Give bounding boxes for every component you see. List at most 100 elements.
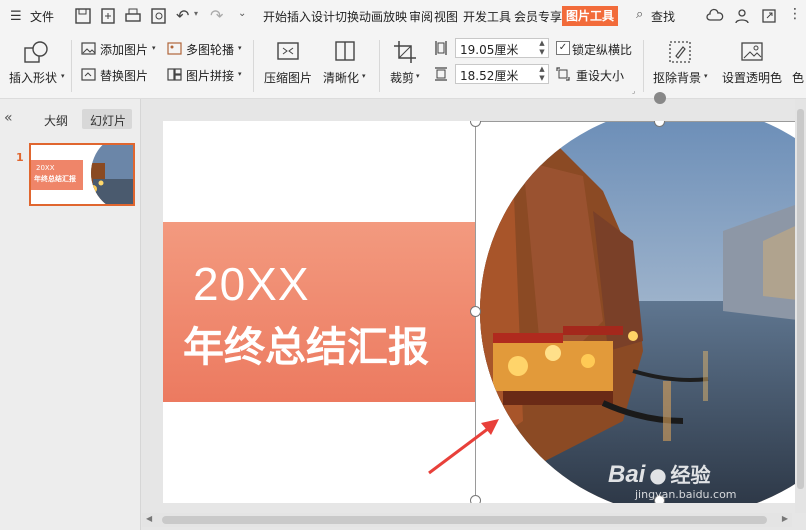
tab-member[interactable]: 会员专享 — [514, 8, 562, 25]
add-picture-icon[interactable] — [81, 42, 96, 55]
crop-dropdown-icon[interactable]: ▾ — [416, 72, 420, 80]
tab-picture-tools[interactable]: 图片工具 — [562, 6, 619, 26]
insert-shape-icon[interactable] — [24, 40, 50, 64]
insert-shape-dropdown-icon[interactable]: ▾ — [61, 72, 65, 80]
watermark-brand-b: 经验 — [670, 463, 711, 487]
group-expand-icon[interactable]: ⌟ — [632, 87, 635, 95]
remove-background-icon[interactable] — [668, 40, 692, 64]
insert-shape-button[interactable]: 插入形状 — [9, 69, 57, 86]
tab-slides[interactable]: 幻灯片 — [82, 109, 132, 129]
multi-carousel-dropdown-icon[interactable]: ▾ — [238, 44, 242, 52]
tab-home[interactable]: 开始 — [263, 8, 287, 25]
spin-down-icon[interactable]: ▼ — [538, 75, 546, 82]
replace-picture-icon[interactable] — [81, 68, 96, 81]
tab-slides-label: 幻灯片 — [90, 114, 127, 128]
print-preview-icon[interactable] — [150, 7, 168, 25]
height-input[interactable]: 19.05厘米 ▲ ▼ — [455, 38, 549, 58]
picture-stitch-button[interactable]: 图片拼接 — [186, 67, 234, 84]
multi-carousel-button[interactable]: 多图轮播 — [186, 41, 234, 58]
height-icon — [435, 41, 447, 55]
vertical-scrollbar[interactable] — [795, 99, 806, 513]
tab-outline[interactable]: 大纲 — [44, 112, 68, 129]
export-icon[interactable] — [99, 7, 117, 25]
baidu-watermark: Bai ● 经验 — [608, 459, 710, 489]
resize-handle[interactable] — [470, 306, 481, 317]
watermark-brand-a: Bai — [608, 461, 646, 488]
lock-ratio-label[interactable]: 锁定纵横比 — [572, 41, 632, 58]
tab-developer[interactable]: 开发工具 — [463, 8, 511, 25]
print-icon[interactable] — [124, 7, 142, 25]
height-value: 19.05厘米 — [460, 43, 519, 57]
lock-ratio-checkbox[interactable]: ✓ — [556, 41, 570, 55]
selection-frame-line — [475, 121, 806, 122]
crop-button[interactable]: 裁剪 — [390, 69, 414, 86]
resize-handle[interactable] — [470, 495, 481, 503]
red-arrow-annotation — [428, 419, 499, 475]
slides-panel: « 大纲 幻灯片 1 20XX 年终总结汇报 — [0, 99, 141, 530]
menu-bar: ☰ 文件 ↶ ▾ ↷ ⌄ 开始 插入 设计 切换 动画 放映 审阅 视图 开发工… — [0, 0, 806, 32]
divider — [643, 40, 644, 92]
search-icon[interactable]: ⌕ — [636, 7, 643, 22]
add-picture-dropdown-icon[interactable]: ▾ — [152, 44, 156, 52]
tab-design[interactable]: 设计 — [311, 8, 335, 25]
spin-up-icon[interactable]: ▲ — [538, 66, 546, 73]
tab-review[interactable]: 审阅 — [409, 8, 433, 25]
width-input[interactable]: 18.52厘米 ▲ ▼ — [455, 64, 549, 84]
ribbon-toolbar: 插入形状 ▾ 添加图片 ▾ 替换图片 多图轮播 ▾ 图片拼接 ▾ 压缩图片 清晰… — [0, 32, 806, 99]
redo-icon[interactable]: ↷ — [210, 6, 223, 25]
sharpen-dropdown-icon[interactable]: ▾ — [362, 72, 366, 80]
tab-transition[interactable]: 切换 — [335, 8, 359, 25]
tab-insert[interactable]: 插入 — [287, 8, 311, 25]
divider — [253, 40, 254, 92]
scroll-right-icon[interactable]: ▶ — [782, 514, 788, 523]
tab-view[interactable]: 视图 — [434, 8, 458, 25]
slide[interactable]: 20XX 年终总结汇报 Bai ● 经验 jingyan.baidu.com — [163, 121, 806, 503]
add-picture-button[interactable]: 添加图片 — [100, 41, 148, 58]
horizontal-scrollbar[interactable]: ◀ ▶ — [142, 513, 792, 527]
hamburger-icon[interactable]: ☰ — [10, 9, 22, 24]
undo-dropdown-icon[interactable]: ▾ — [194, 9, 198, 18]
paw-icon: ● — [649, 463, 667, 487]
multi-carousel-icon[interactable] — [167, 42, 182, 55]
sharpen-button[interactable]: 清晰化 — [323, 69, 359, 86]
more-icon[interactable]: ⌄ — [238, 8, 246, 19]
user-icon[interactable] — [733, 7, 751, 25]
slide-canvas: 20XX 年终总结汇报 Bai ● 经验 jingyan.baidu.com — [141, 92, 806, 530]
replace-picture-button[interactable]: 替换图片 — [100, 67, 148, 84]
compress-picture-button[interactable]: 压缩图片 — [264, 69, 312, 86]
remove-background-dropdown-icon[interactable]: ▾ — [704, 72, 708, 80]
picture-stitch-icon[interactable] — [167, 68, 182, 81]
color-button[interactable]: 色 — [792, 69, 804, 86]
remove-background-button[interactable]: 抠除背景 — [653, 69, 701, 86]
crop-icon[interactable] — [393, 40, 417, 64]
file-menu[interactable]: 文件 — [30, 8, 54, 25]
cloud-icon[interactable] — [706, 7, 724, 25]
tab-animation[interactable]: 动画 — [359, 8, 383, 25]
thumbnail-year: 20XX — [36, 164, 55, 172]
spin-up-icon[interactable]: ▲ — [538, 40, 546, 47]
picture-stitch-dropdown-icon[interactable]: ▾ — [238, 70, 242, 78]
compress-picture-icon[interactable] — [276, 40, 300, 62]
more-options-icon[interactable]: ⋮ — [788, 6, 802, 22]
undo-icon[interactable]: ↶ — [176, 6, 189, 25]
search-label[interactable]: 查找 — [651, 8, 675, 25]
width-value: 18.52厘米 — [460, 69, 519, 83]
vertical-scroll-thumb[interactable] — [797, 109, 804, 489]
reset-size-icon[interactable] — [556, 67, 570, 81]
reset-size-button[interactable]: 重设大小 — [576, 67, 624, 84]
sharpen-icon[interactable] — [333, 40, 357, 62]
save-icon[interactable] — [74, 7, 92, 25]
thumbnail-title: 年终总结汇报 — [34, 175, 76, 183]
divider — [379, 40, 380, 92]
horizontal-scroll-thumb[interactable] — [162, 516, 767, 524]
set-transparent-button[interactable]: 设置透明色 — [722, 69, 782, 86]
rotate-handle[interactable] — [654, 92, 666, 104]
scroll-left-icon[interactable]: ◀ — [146, 514, 152, 523]
tab-slideshow[interactable]: 放映 — [383, 8, 407, 25]
share-icon[interactable] — [760, 7, 778, 25]
set-transparent-icon[interactable] — [740, 40, 764, 64]
slide-thumbnail[interactable]: 20XX 年终总结汇报 — [29, 143, 135, 206]
spin-down-icon[interactable]: ▼ — [538, 49, 546, 56]
slide-number: 1 — [16, 151, 24, 164]
collapse-panel-icon[interactable]: « — [4, 110, 13, 126]
